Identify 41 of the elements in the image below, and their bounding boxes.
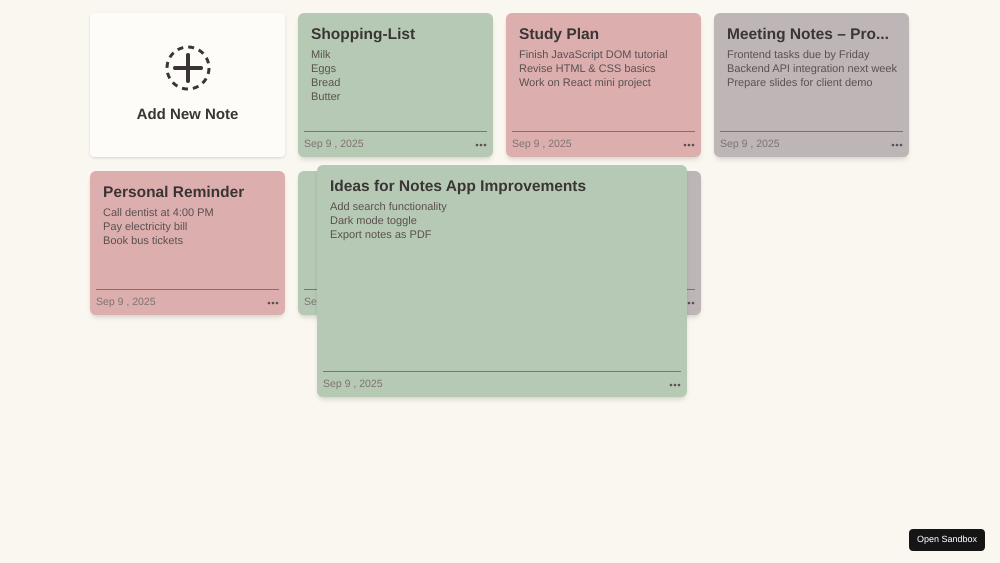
- note-line: Frontend tasks due by Friday: [727, 48, 870, 62]
- note-title: Meeting Notes – Pro...: [727, 25, 889, 45]
- note-line: Prepare slides for client demo: [727, 76, 874, 90]
- note-line: Work on React mini project: [519, 76, 652, 90]
- add-note-card[interactable]: Add New Note: [90, 13, 285, 157]
- add-note-label: Add New Note: [136, 104, 238, 125]
- note-line: Dark mode toggle: [330, 214, 418, 228]
- note-date: Sep 9 , 2025: [512, 136, 572, 152]
- more-icon[interactable]: [683, 142, 695, 146]
- note-card[interactable]: Shopping-List Milk Eggs Bread Butter Sep 9 , 2025: [298, 13, 493, 157]
- more-icon[interactable]: [267, 300, 279, 304]
- note-date: Sep 9 , 2025: [323, 376, 383, 392]
- note-line: Bread: [311, 76, 342, 90]
- note-line: Eggs: [311, 62, 338, 76]
- note-line: Milk: [311, 48, 332, 62]
- more-icon[interactable]: [669, 382, 681, 386]
- note-line: Call dentist at 4:00 PM: [103, 206, 215, 220]
- more-icon[interactable]: [475, 142, 487, 146]
- note-card[interactable]: Meeting Notes – Pro... Frontend tasks due by Friday Backend API integration next week Prepare slides for client demo Sep 9 , 2025: [714, 13, 909, 157]
- note-card[interactable]: Personal Reminder Call dentist at 4:00 PM Pay electricity bill Book bus tickets Sep 9 , 2025: [90, 171, 285, 315]
- note-line: Add search functionality: [330, 200, 448, 214]
- more-icon[interactable]: [891, 142, 903, 146]
- note-date: Sep 9 , 2025: [96, 294, 156, 310]
- note-date: Se: [304, 294, 317, 310]
- note-line: Pay electricity bill: [103, 220, 188, 234]
- open-sandbox-button[interactable]: Open Sandbox: [908, 529, 985, 551]
- note-title: Study Plan: [519, 25, 600, 45]
- note-line: Backend API integration next week: [727, 62, 896, 76]
- note-line: Book bus tickets: [103, 234, 184, 248]
- note-date: Sep 9 , 2025: [720, 136, 780, 152]
- note-title: Personal Reminder: [103, 183, 244, 203]
- note-title: Ideas for Notes App Improvements: [330, 177, 586, 197]
- note-title: Shopping-List: [311, 25, 416, 45]
- note-line: Butter: [311, 90, 342, 104]
- note-line: Export notes as PDF: [330, 228, 432, 242]
- expanded-note-dialog[interactable]: Ideas for Notes App Improvements Add search functionality Dark mode toggle Export notes as PDF Sep 9 , 2025: [317, 165, 687, 397]
- note-line: Revise HTML & CSS basics: [519, 62, 657, 76]
- note-date: Sep 9 , 2025: [304, 136, 364, 152]
- add-icon: [164, 44, 212, 92]
- note-line: Finish JavaScript DOM tutorial: [519, 48, 669, 62]
- note-card[interactable]: Study Plan Finish JavaScript DOM tutorial Revise HTML & CSS basics Work on React mini project Sep 9 , 2025: [506, 13, 701, 157]
